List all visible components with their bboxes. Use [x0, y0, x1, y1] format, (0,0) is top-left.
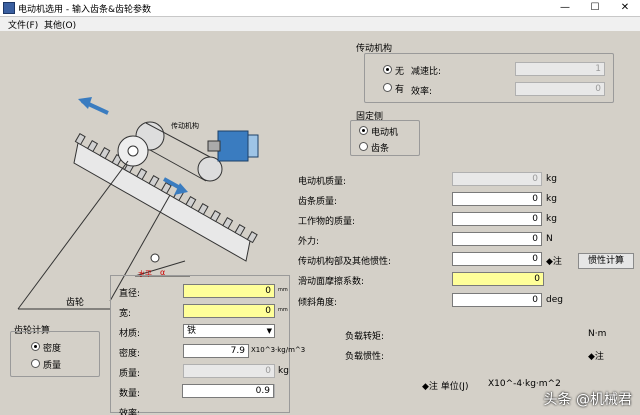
param-unit: kg [546, 214, 557, 224]
rack-tooth [148, 175, 160, 188]
param-field[interactable]: 0 [452, 252, 542, 266]
rack-tooth [197, 203, 209, 216]
chevron-down-icon: ▼ [266, 327, 272, 335]
param-label: 齿条质量: [298, 197, 338, 207]
menu-other[interactable]: 其他(O) [44, 18, 76, 31]
inertia-calc-button[interactable]: 惯性计算 [578, 253, 634, 269]
window-title: 电动机选用 - 输入齿条&齿轮参数 [18, 5, 151, 15]
radio-mass-label: 质量 [43, 361, 62, 371]
mass-field[interactable]: 0 [183, 364, 275, 378]
param-label: 传动机构部及其他惯性: [298, 257, 392, 267]
title-bar: 电动机选用 - 输入齿条&齿轮参数 — ☐ ✕ [0, 0, 640, 17]
rack-tooth [246, 231, 258, 244]
mechanism-diagram-label: 传动机构 [171, 121, 199, 130]
radio-none[interactable] [383, 65, 392, 74]
param-field[interactable]: 0 [452, 293, 542, 307]
gear-diagram-label: 齿轮 [66, 298, 85, 308]
radio-yes[interactable] [383, 83, 392, 92]
material-value: 铁 [187, 326, 197, 336]
efficiency-label: 效率: [411, 87, 433, 97]
rack-tooth [222, 217, 234, 230]
client-area: 传动机构 水平 α 齿轮 传动机构 无 有 减速比: 1 效率: 0 固定侧 电… [0, 31, 640, 415]
density-unit: X10^3·kg/m^3 [251, 346, 306, 354]
radio-motor-label: 电动机 [371, 128, 399, 138]
gear-efficiency-label: 效率: [119, 409, 141, 415]
diameter-unit: mm [278, 287, 288, 293]
width-unit: mm [278, 307, 288, 313]
radio-motor[interactable] [359, 126, 368, 135]
count-label: 数量: [119, 389, 141, 399]
param-label: 滑动面摩擦系数: [298, 277, 365, 287]
density-field[interactable]: 7.9 [183, 344, 249, 358]
mass-unit: kg [278, 366, 289, 376]
transmission-group: 无 有 减速比: 1 效率: 0 [364, 53, 614, 103]
rack-tooth [74, 133, 86, 146]
width-field[interactable]: 0 [183, 304, 275, 318]
motor-icon [207, 130, 259, 162]
gear-calc-group: 密度 质量 [10, 331, 100, 377]
param-field[interactable]: 0 [452, 232, 542, 246]
fixed-side-group: 电动机 齿条 [350, 120, 420, 156]
minimize-button[interactable]: — [550, 0, 580, 17]
radio-yes-label: 有 [395, 85, 405, 95]
gear-efficiency-field[interactable]: 0.9 [182, 384, 274, 398]
maximize-button[interactable]: ☐ [580, 0, 610, 17]
transmission-efficiency-field[interactable]: 0 [515, 82, 605, 96]
note-unit-label: ◆注 单位(J) [422, 382, 469, 392]
rack-tooth [99, 147, 111, 160]
diameter-label: 直径: [119, 289, 141, 299]
app-icon [3, 2, 15, 14]
radio-mass[interactable] [31, 359, 40, 368]
menu-bar: 文件(F) 其他(O) [0, 17, 640, 31]
param-field[interactable]: 0 [452, 192, 542, 206]
param-field[interactable]: 0 [452, 172, 542, 186]
close-button[interactable]: ✕ [610, 0, 640, 17]
param-unit: kg [546, 174, 557, 184]
note-unit-value: X10^-4·kg·m^2 [488, 379, 561, 389]
material-select[interactable]: 铁 ▼ [183, 324, 275, 338]
load-torque-label: 负载转矩: [345, 332, 385, 342]
param-label: 电动机质量: [298, 177, 347, 187]
load-torque-unit: N·m [588, 329, 607, 339]
load-inertia-note: ◆注 [588, 352, 604, 362]
param-unit: ◆注 [546, 257, 562, 267]
param-label: 工作物的质量: [298, 217, 356, 227]
diameter-field[interactable]: 0 [183, 284, 275, 298]
rack-tooth [234, 224, 246, 237]
radio-rack[interactable] [359, 142, 368, 151]
width-label: 宽: [119, 309, 132, 319]
radio-density-label: 密度 [43, 344, 62, 354]
density-label: 密度: [119, 349, 141, 359]
load-inertia-label: 负载惯性: [345, 352, 385, 362]
param-unit: N [546, 234, 553, 244]
material-label: 材质: [119, 329, 141, 339]
param-unit: deg [546, 295, 563, 305]
radio-density[interactable] [31, 342, 40, 351]
param-field[interactable]: 0 [452, 272, 544, 286]
rack-tooth [136, 168, 148, 181]
mass-label: 质量: [119, 369, 141, 379]
menu-file[interactable]: 文件(F) [8, 18, 38, 31]
param-unit: kg [546, 194, 557, 204]
rack-tooth [185, 196, 197, 209]
ratio-field[interactable]: 1 [515, 62, 605, 76]
ratio-label: 减速比: [411, 67, 442, 77]
radio-none-label: 无 [395, 67, 405, 77]
watermark: 头条 @机械君 [543, 392, 632, 408]
rack-tooth [209, 210, 221, 223]
param-label: 倾斜角度: [298, 298, 338, 308]
param-field[interactable]: 0 [452, 212, 542, 226]
param-label: 外力: [298, 237, 320, 247]
radio-rack-label: 齿条 [371, 144, 390, 154]
rack-tooth [87, 140, 99, 153]
